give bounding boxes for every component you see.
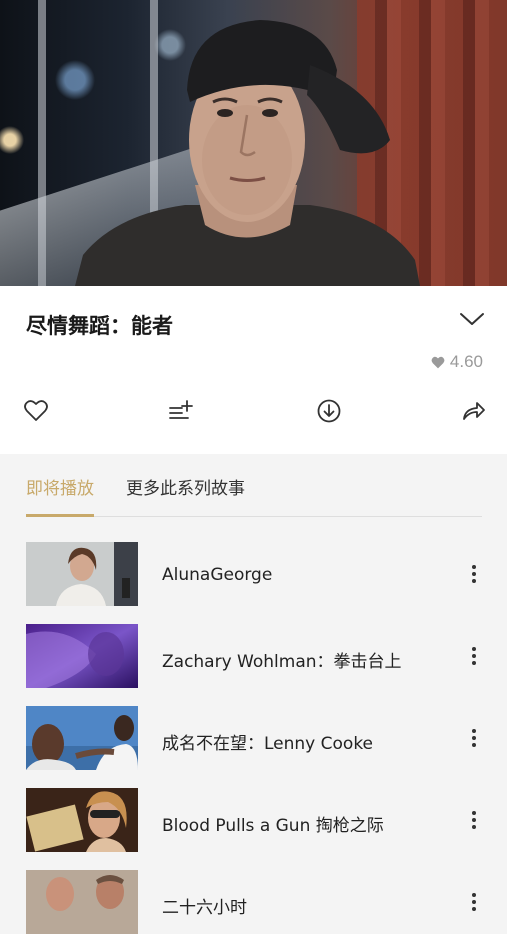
- list-item[interactable]: AlunaGeorge: [0, 528, 507, 606]
- episode-info-panel: 尽情舞蹈：能者 4.60: [0, 286, 507, 454]
- heart-outline-icon[interactable]: [23, 398, 49, 424]
- action-bar: [0, 394, 507, 428]
- list-item[interactable]: Blood Pulls a Gun 掏枪之际: [0, 774, 507, 852]
- share-icon[interactable]: [460, 398, 486, 424]
- item-title: AlunaGeorge: [162, 565, 273, 585]
- list-item[interactable]: 二十六小时: [0, 856, 507, 934]
- video-player[interactable]: [0, 0, 507, 286]
- item-title: Zachary Wohlman：拳击台上: [162, 652, 402, 672]
- person-figure: [75, 20, 420, 286]
- tab-bar: 即将播放 更多此系列故事: [0, 454, 507, 518]
- more-vertical-icon[interactable]: [466, 890, 482, 916]
- thumbnail: [26, 870, 138, 934]
- item-title: Blood Pulls a Gun 掏枪之际: [162, 816, 384, 836]
- tab-more-in-series[interactable]: 更多此系列故事: [126, 474, 245, 499]
- more-vertical-icon[interactable]: [466, 562, 482, 588]
- rating-value: 4.60: [449, 352, 483, 371]
- list-item[interactable]: Zachary Wohlman：拳击台上: [0, 610, 507, 688]
- item-title: 二十六小时: [162, 898, 247, 918]
- heart-icon: [431, 356, 445, 368]
- thumbnail: [26, 706, 138, 770]
- playlist-add-icon[interactable]: [168, 398, 194, 424]
- thumbnail: [26, 788, 138, 852]
- chevron-down-icon[interactable]: [459, 310, 485, 328]
- thumbnail: [26, 542, 138, 606]
- tab-up-next[interactable]: 即将播放: [26, 474, 94, 499]
- more-vertical-icon[interactable]: [466, 644, 482, 670]
- rating: 4.60: [431, 352, 483, 372]
- thumbnail: [26, 624, 138, 688]
- item-title: 成名不在望：Lenny Cooke: [162, 734, 374, 754]
- episode-title: 尽情舞蹈：能者: [26, 314, 173, 338]
- more-vertical-icon[interactable]: [466, 808, 482, 834]
- more-vertical-icon[interactable]: [466, 726, 482, 752]
- tab-divider: [26, 516, 482, 517]
- list-item[interactable]: 成名不在望：Lenny Cooke: [0, 692, 507, 770]
- download-icon[interactable]: [316, 398, 342, 424]
- active-tab-indicator: [26, 514, 94, 517]
